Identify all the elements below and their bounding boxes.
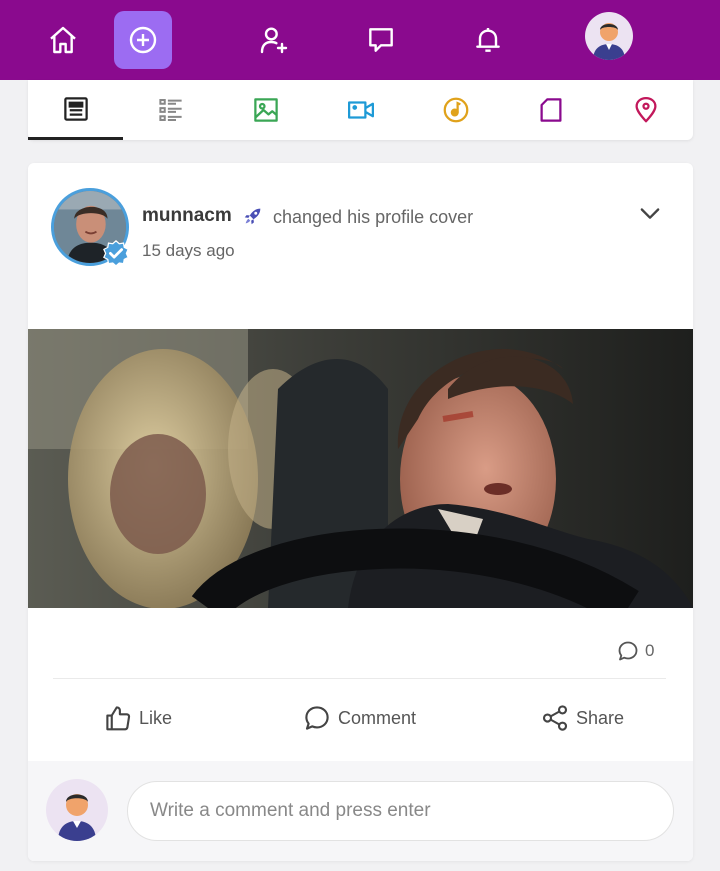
add-friend-button[interactable] (246, 12, 302, 68)
video-camera-icon (347, 101, 374, 119)
tab-video-post[interactable] (313, 80, 408, 140)
post-card: munnacm changed his profile cover 15 day… (28, 163, 693, 861)
tab-location-post[interactable] (598, 80, 693, 140)
chat-icon (369, 28, 393, 52)
user-avatar-icon (58, 794, 96, 841)
music-disc-icon (443, 97, 468, 123)
top-navbar (0, 0, 720, 80)
composer-tabs (28, 80, 693, 140)
post-timestamp[interactable]: 15 days ago (142, 241, 235, 261)
tab-photo-post[interactable] (218, 80, 313, 140)
post-options-chevron-down-icon[interactable] (636, 199, 664, 227)
rocket-icon (244, 208, 261, 225)
comment-bubble-icon (618, 641, 638, 661)
share-button[interactable]: Share (540, 701, 624, 735)
map-pin-icon (635, 97, 656, 123)
cover-image (28, 329, 693, 608)
bell-icon (476, 28, 500, 52)
plus-circle-icon (129, 26, 157, 54)
tab-text-post[interactable] (28, 80, 123, 140)
thumbs-up-icon (106, 706, 131, 731)
messages-button[interactable] (353, 12, 409, 68)
like-label: Like (139, 707, 173, 728)
tab-audio-post[interactable] (408, 80, 503, 140)
comment-button[interactable]: Comment (302, 701, 416, 735)
comment-icon (305, 706, 329, 730)
post-author-name[interactable]: munnacm (142, 205, 232, 227)
list-icon (158, 99, 182, 121)
user-plus-icon (260, 27, 288, 54)
post-action-text: changed his profile cover (273, 207, 474, 227)
like-button[interactable]: Like (103, 701, 172, 735)
comment-composer (28, 761, 693, 861)
tab-file-post[interactable] (503, 80, 598, 140)
cover-photo[interactable] (28, 329, 693, 608)
divider (53, 678, 666, 679)
home-button[interactable] (35, 12, 91, 68)
create-post-button[interactable] (114, 11, 172, 69)
image-icon (253, 98, 278, 122)
home-icon (50, 26, 76, 54)
user-avatar-icon (593, 23, 625, 60)
current-user-avatar (46, 779, 108, 841)
share-label: Share (576, 707, 625, 728)
comment-label: Comment (338, 707, 417, 728)
verified-badge-icon (103, 240, 129, 267)
newspaper-icon (63, 96, 88, 121)
comment-count[interactable]: 0 (616, 637, 654, 665)
comment-input[interactable] (127, 781, 674, 841)
share-icon (542, 705, 568, 731)
comment-count-value: 0 (645, 641, 655, 660)
tab-list-post[interactable] (123, 80, 218, 140)
notifications-button[interactable] (460, 12, 516, 68)
file-icon (540, 98, 561, 122)
profile-avatar[interactable] (585, 12, 633, 60)
